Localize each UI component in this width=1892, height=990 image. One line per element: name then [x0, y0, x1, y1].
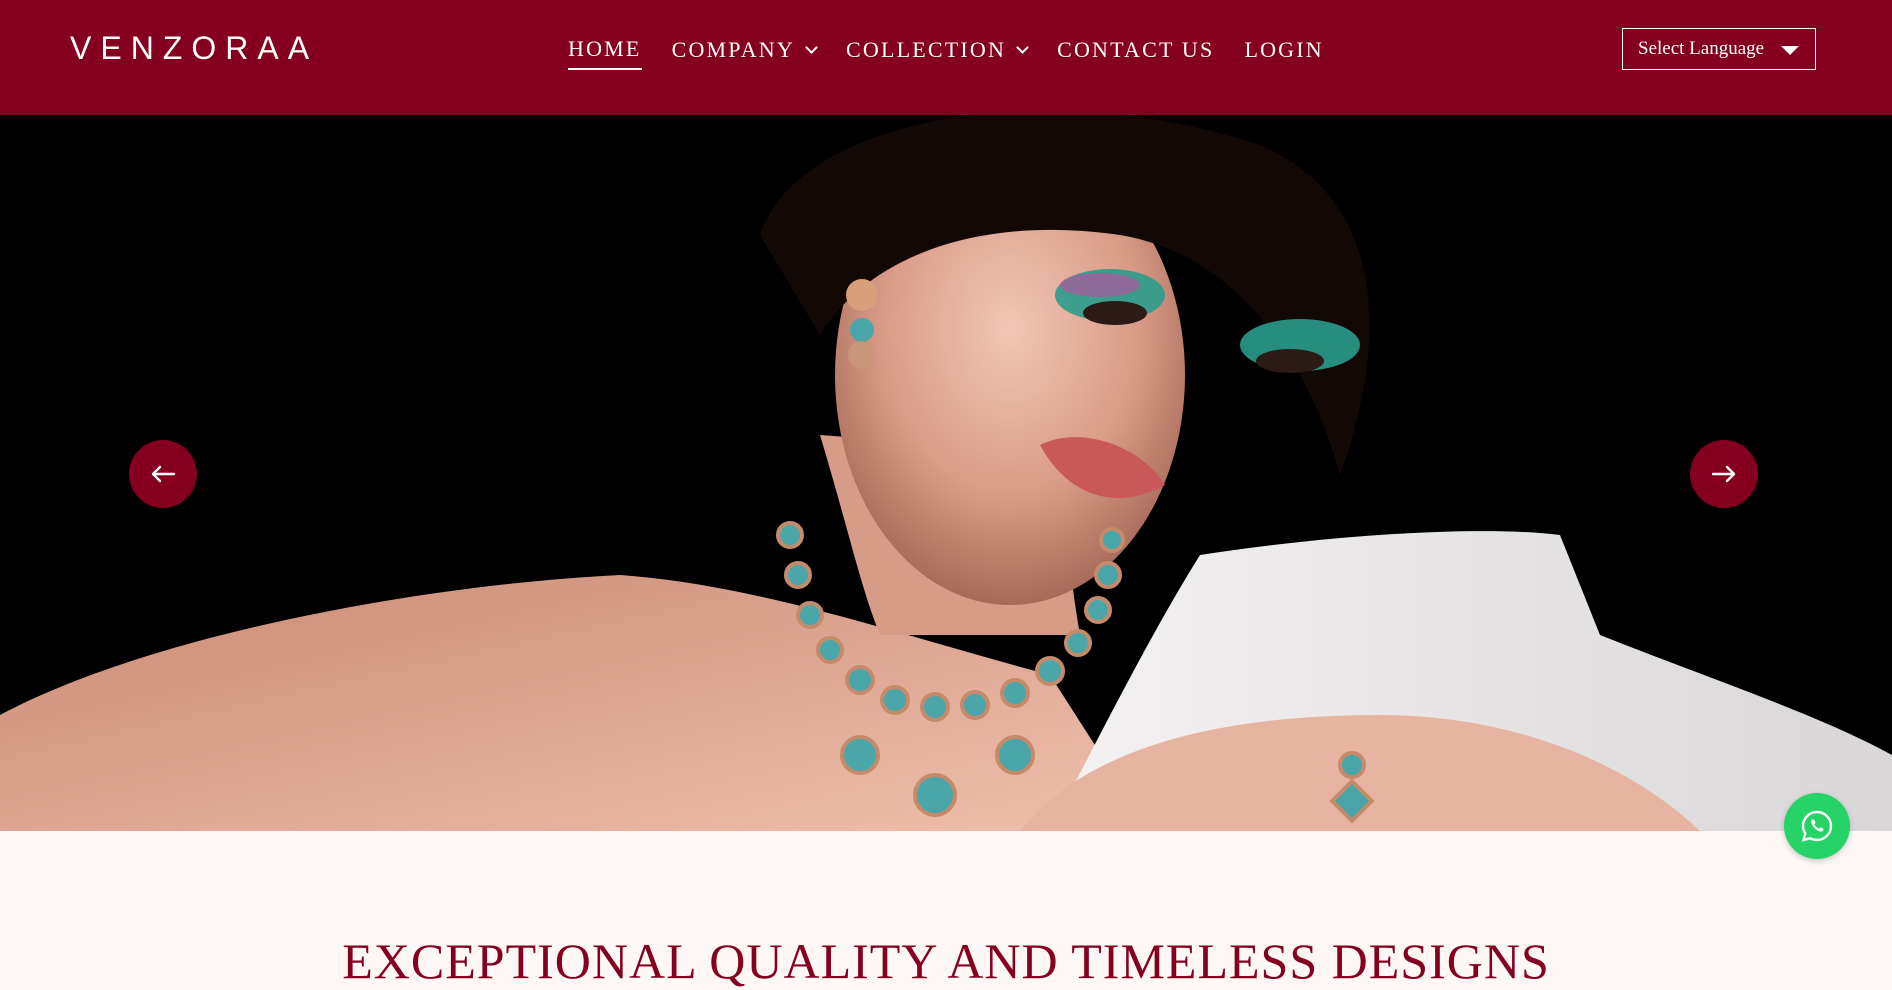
- whatsapp-button[interactable]: [1784, 793, 1850, 859]
- slider-prev-button[interactable]: [129, 440, 197, 508]
- nav-home[interactable]: HOME: [568, 36, 642, 70]
- nav-collection[interactable]: COLLECTION: [845, 37, 1029, 69]
- hero-image: [0, 115, 1892, 831]
- language-select-label: Select Language: [1638, 38, 1765, 59]
- arrow-right-icon: [1711, 465, 1736, 483]
- nav-contact-us-label: CONTACT US: [1057, 37, 1215, 62]
- nav-contact-us[interactable]: CONTACT US: [1057, 37, 1214, 69]
- whatsapp-icon: [1801, 810, 1833, 842]
- slider-next-button[interactable]: [1690, 440, 1758, 508]
- chevron-down-icon: [805, 40, 818, 54]
- language-select[interactable]: Select Language: [1622, 28, 1816, 70]
- nav-login[interactable]: LOGIN: [1244, 37, 1323, 69]
- site-logo[interactable]: VENZORAA: [70, 30, 318, 67]
- nav-collection-label: COLLECTION: [845, 37, 1007, 62]
- site-header: VENZORAA HOME COMPANY COLLECTION CONTACT…: [0, 0, 1892, 115]
- nav-login-label: LOGIN: [1244, 37, 1324, 62]
- nav-home-label: HOME: [568, 36, 642, 61]
- arrow-left-icon: [151, 465, 176, 483]
- chevron-down-icon: [1016, 40, 1029, 54]
- main-nav: HOME COMPANY COLLECTION CONTACT US LOGIN: [568, 36, 1324, 70]
- hero-slider: [0, 115, 1892, 831]
- nav-company[interactable]: COMPANY: [671, 37, 818, 69]
- section-heading: EXCEPTIONAL QUALITY AND TIMELESS DESIGNS: [342, 933, 1550, 989]
- caret-down-icon: [1781, 46, 1799, 55]
- nav-company-label: COMPANY: [671, 37, 795, 62]
